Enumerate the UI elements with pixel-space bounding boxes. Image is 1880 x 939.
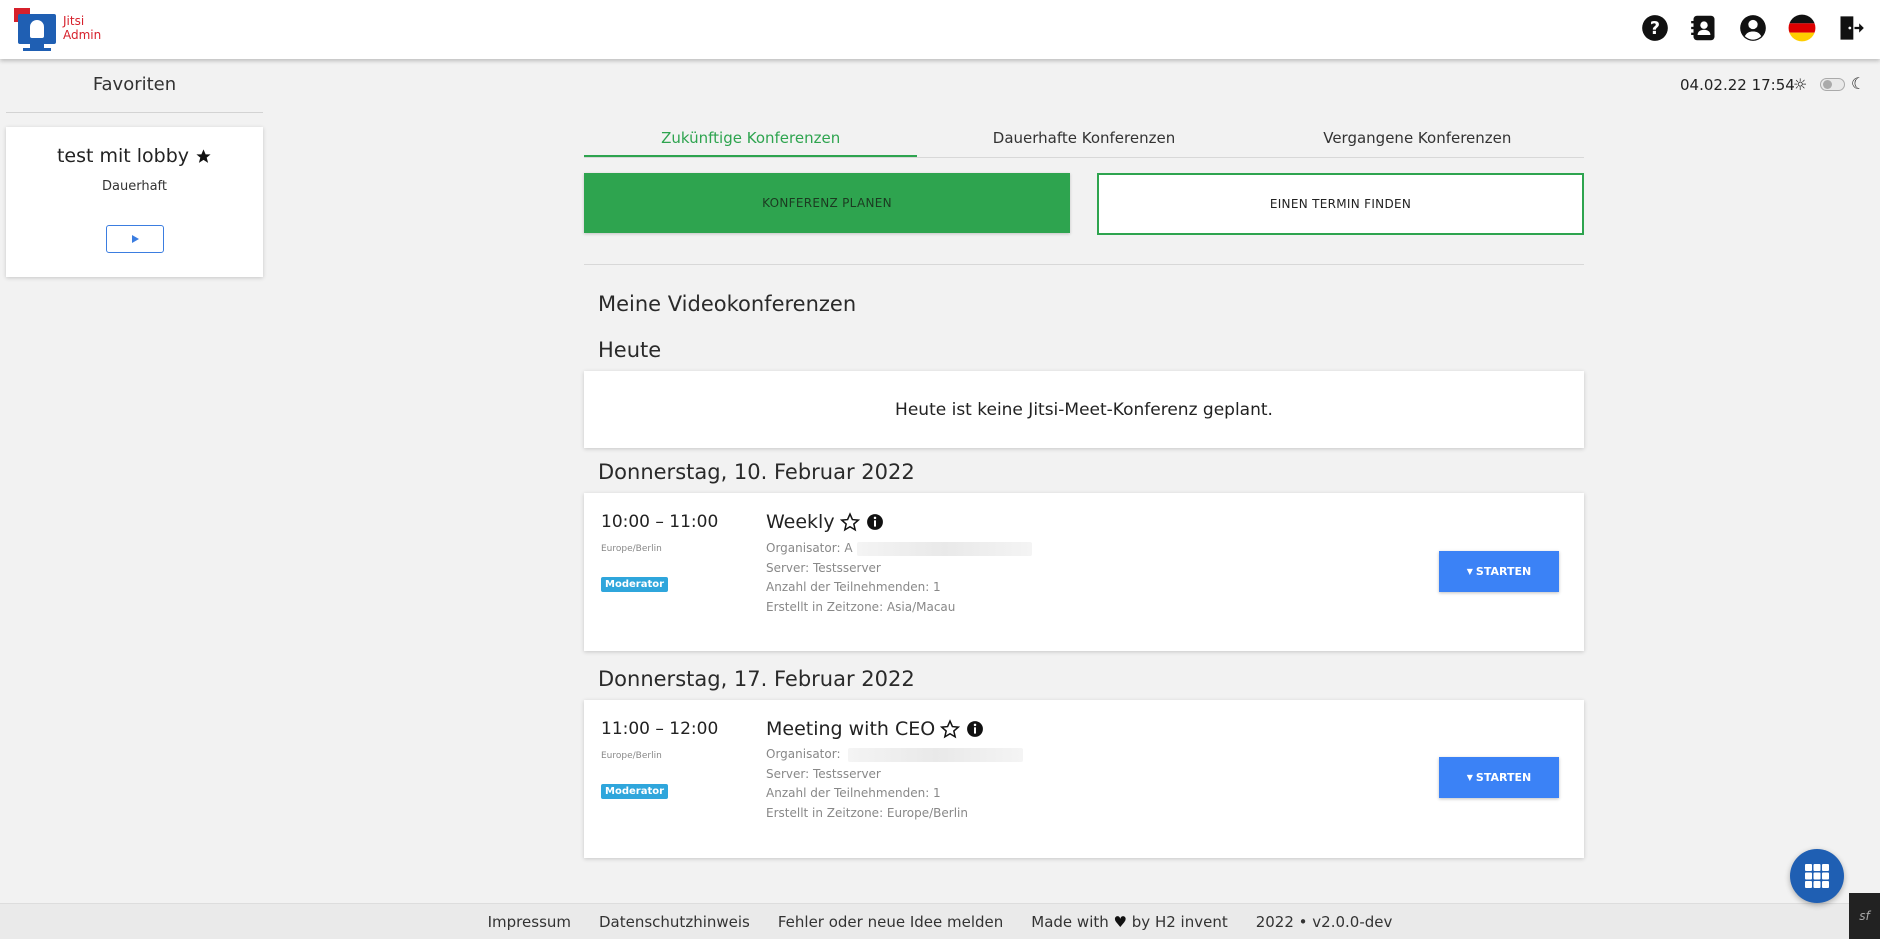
participants-line: Anzahl der Teilnehmenden: 1: [766, 786, 941, 800]
created-timezone-line: Erstellt in Zeitzone: Europe/Berlin: [766, 806, 968, 820]
star-outline-icon[interactable]: [839, 512, 860, 532]
tab-past[interactable]: Vergangene Konferenzen: [1251, 128, 1584, 157]
caret-down-icon: ▼: [1466, 567, 1473, 576]
favorite-card: test mit lobby Dauerhaft: [6, 127, 263, 277]
conference-timezone: Europe/Berlin: [601, 544, 662, 554]
organizer-initial: A: [844, 541, 853, 555]
day-heading: Donnerstag, 10. Februar 2022: [598, 460, 915, 484]
feedback-link[interactable]: Fehler oder neue Idee melden: [778, 913, 1003, 931]
german-flag-icon[interactable]: [1787, 13, 1817, 43]
start-label: STARTEN: [1475, 771, 1532, 784]
organizer-label: Organisator:: [766, 747, 841, 761]
info-icon[interactable]: [865, 512, 885, 532]
jitsi-admin-logo[interactable]: Jitsi Admin: [14, 8, 104, 54]
made-with-post: by H2 invent: [1131, 912, 1228, 931]
organizer-line: Organisator: A: [766, 541, 1032, 556]
server-line: Server: Testsserver: [766, 561, 881, 575]
dark-mode-toggle[interactable]: [1820, 78, 1845, 91]
conference-time: 10:00 – 11:00: [601, 512, 719, 532]
favorite-start-button[interactable]: [106, 225, 164, 253]
organizer-label: Organisator:: [766, 541, 841, 555]
logo-line1: Jitsi: [63, 14, 85, 28]
tab-future[interactable]: Zukünftige Konferenzen: [584, 128, 918, 157]
impressum-link[interactable]: Impressum: [488, 913, 571, 931]
redacted-organizer: [848, 747, 1024, 762]
logout-icon[interactable]: [1836, 13, 1866, 43]
redacted-organizer: [856, 541, 1032, 556]
today-empty-card: Heute ist keine Jitsi-Meet-Konferenz gep…: [584, 371, 1584, 448]
account-icon[interactable]: [1738, 13, 1768, 43]
conference-title: Weekly: [766, 511, 835, 533]
start-button[interactable]: ▼ STARTEN: [1439, 551, 1559, 592]
conference-time: 11:00 – 12:00: [601, 719, 719, 739]
start-button[interactable]: ▼ STARTEN: [1439, 757, 1559, 798]
heart-icon: ♥: [1113, 912, 1127, 931]
star-outline-icon[interactable]: [940, 719, 961, 739]
today-empty-text: Heute ist keine Jitsi-Meet-Konferenz gep…: [895, 399, 1273, 420]
footer: Impressum Datenschutzhinweis Fehler oder…: [0, 903, 1880, 939]
conference-card: 11:00 – 12:00 Europe/Berlin Moderator Me…: [584, 700, 1584, 858]
conference-timezone: Europe/Berlin: [601, 751, 662, 761]
day-heading: Donnerstag, 17. Februar 2022: [598, 667, 915, 691]
favorite-name: test mit lobby: [56, 145, 190, 167]
server-line: Server: Testsserver: [766, 767, 881, 781]
conference-title: Meeting with CEO: [766, 718, 936, 740]
logo-line2: Admin: [63, 28, 102, 42]
made-with-pre: Made with: [1031, 912, 1109, 931]
apps-menu-button[interactable]: [1790, 849, 1844, 903]
divider: [6, 112, 263, 113]
symfony-toolbar-icon[interactable]: sf: [1849, 893, 1880, 939]
star-filled-icon[interactable]: [195, 148, 212, 165]
help-icon[interactable]: ?: [1640, 13, 1670, 43]
caret-down-icon: ▼: [1466, 773, 1473, 782]
page-title: Meine Videokonferenzen: [598, 292, 857, 316]
moon-icon: ☾: [1851, 74, 1866, 93]
tab-permanent[interactable]: Dauerhafte Konferenzen: [917, 128, 1250, 157]
created-timezone-line: Erstellt in Zeitzone: Asia/Macau: [766, 600, 956, 614]
role-badge: Moderator: [601, 577, 669, 592]
organizer-line: Organisator:: [766, 747, 1024, 762]
play-icon: [132, 235, 139, 243]
contacts-icon[interactable]: [1689, 13, 1719, 43]
participants-line: Anzahl der Teilnehmenden: 1: [766, 580, 941, 594]
favorites-title: Favoriten: [92, 74, 177, 95]
current-datetime: 04.02.22 17:54: [1680, 76, 1795, 94]
privacy-link[interactable]: Datenschutzhinweis: [599, 913, 750, 931]
sun-icon: ☼: [1793, 75, 1808, 94]
svg-text:?: ?: [1650, 19, 1660, 39]
plan-conference-button[interactable]: KONFERENZ PLANEN: [584, 173, 1070, 233]
divider: [584, 264, 1584, 265]
grid-icon: [1805, 864, 1829, 888]
version-text: 2022 • v2.0.0-dev: [1255, 912, 1393, 931]
role-badge: Moderator: [601, 784, 669, 799]
find-date-button[interactable]: EINEN TERMIN FINDEN: [1097, 173, 1584, 235]
start-label: STARTEN: [1475, 565, 1532, 578]
conference-tabs: Zukünftige Konferenzen Dauerhafte Konfer…: [584, 128, 1584, 158]
conference-card: 10:00 – 11:00 Europe/Berlin Moderator We…: [584, 493, 1584, 651]
info-icon[interactable]: [965, 719, 985, 739]
top-bar: Jitsi Admin ?: [0, 0, 1880, 59]
today-heading: Heute: [598, 338, 662, 362]
favorite-type: Dauerhaft: [102, 179, 167, 194]
made-with-text: Made with ♥ by H2 invent: [1031, 913, 1227, 931]
